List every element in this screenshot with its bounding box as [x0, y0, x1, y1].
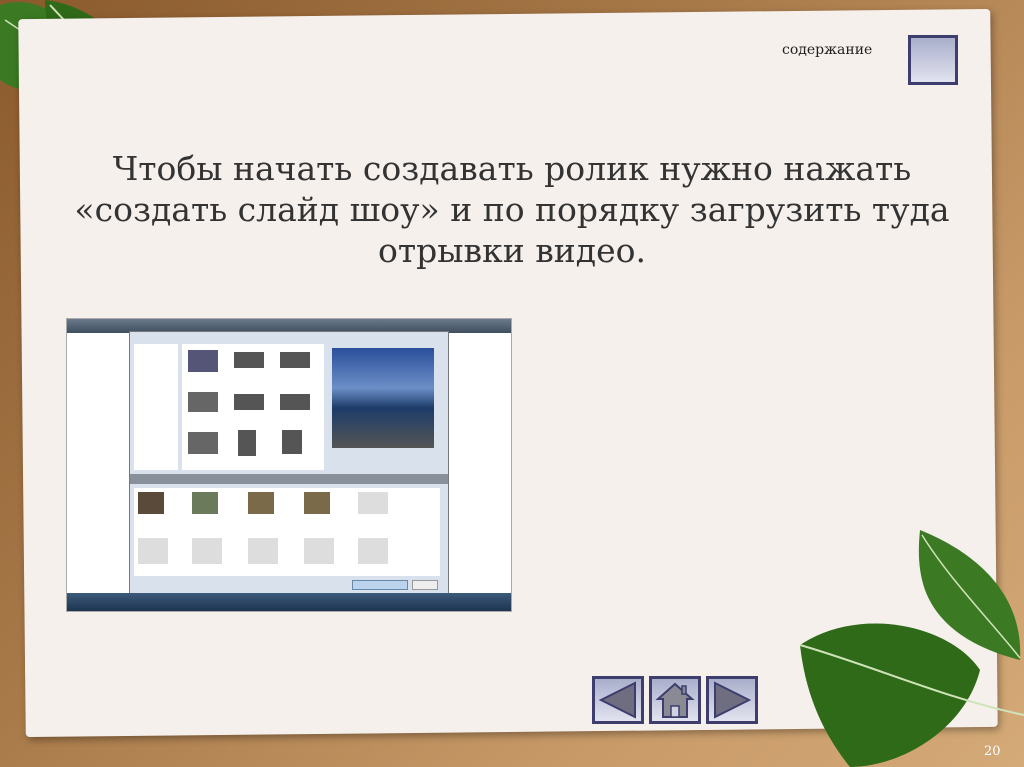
previous-slide-button[interactable] — [592, 676, 644, 724]
home-button[interactable] — [649, 676, 701, 724]
leaf-bottom-right-icon — [799, 530, 1024, 767]
embedded-screenshot — [66, 318, 512, 612]
contents-button[interactable] — [908, 35, 958, 85]
slide-title: Чтобы начать создавать ролик нужно нажат… — [74, 149, 950, 270]
arrow-left-icon — [598, 681, 636, 719]
arrow-right-icon — [714, 681, 752, 719]
next-slide-button[interactable] — [706, 676, 758, 724]
home-icon — [655, 682, 695, 718]
contents-label: содержание — [782, 42, 873, 58]
page-number: 20 — [984, 744, 1001, 759]
